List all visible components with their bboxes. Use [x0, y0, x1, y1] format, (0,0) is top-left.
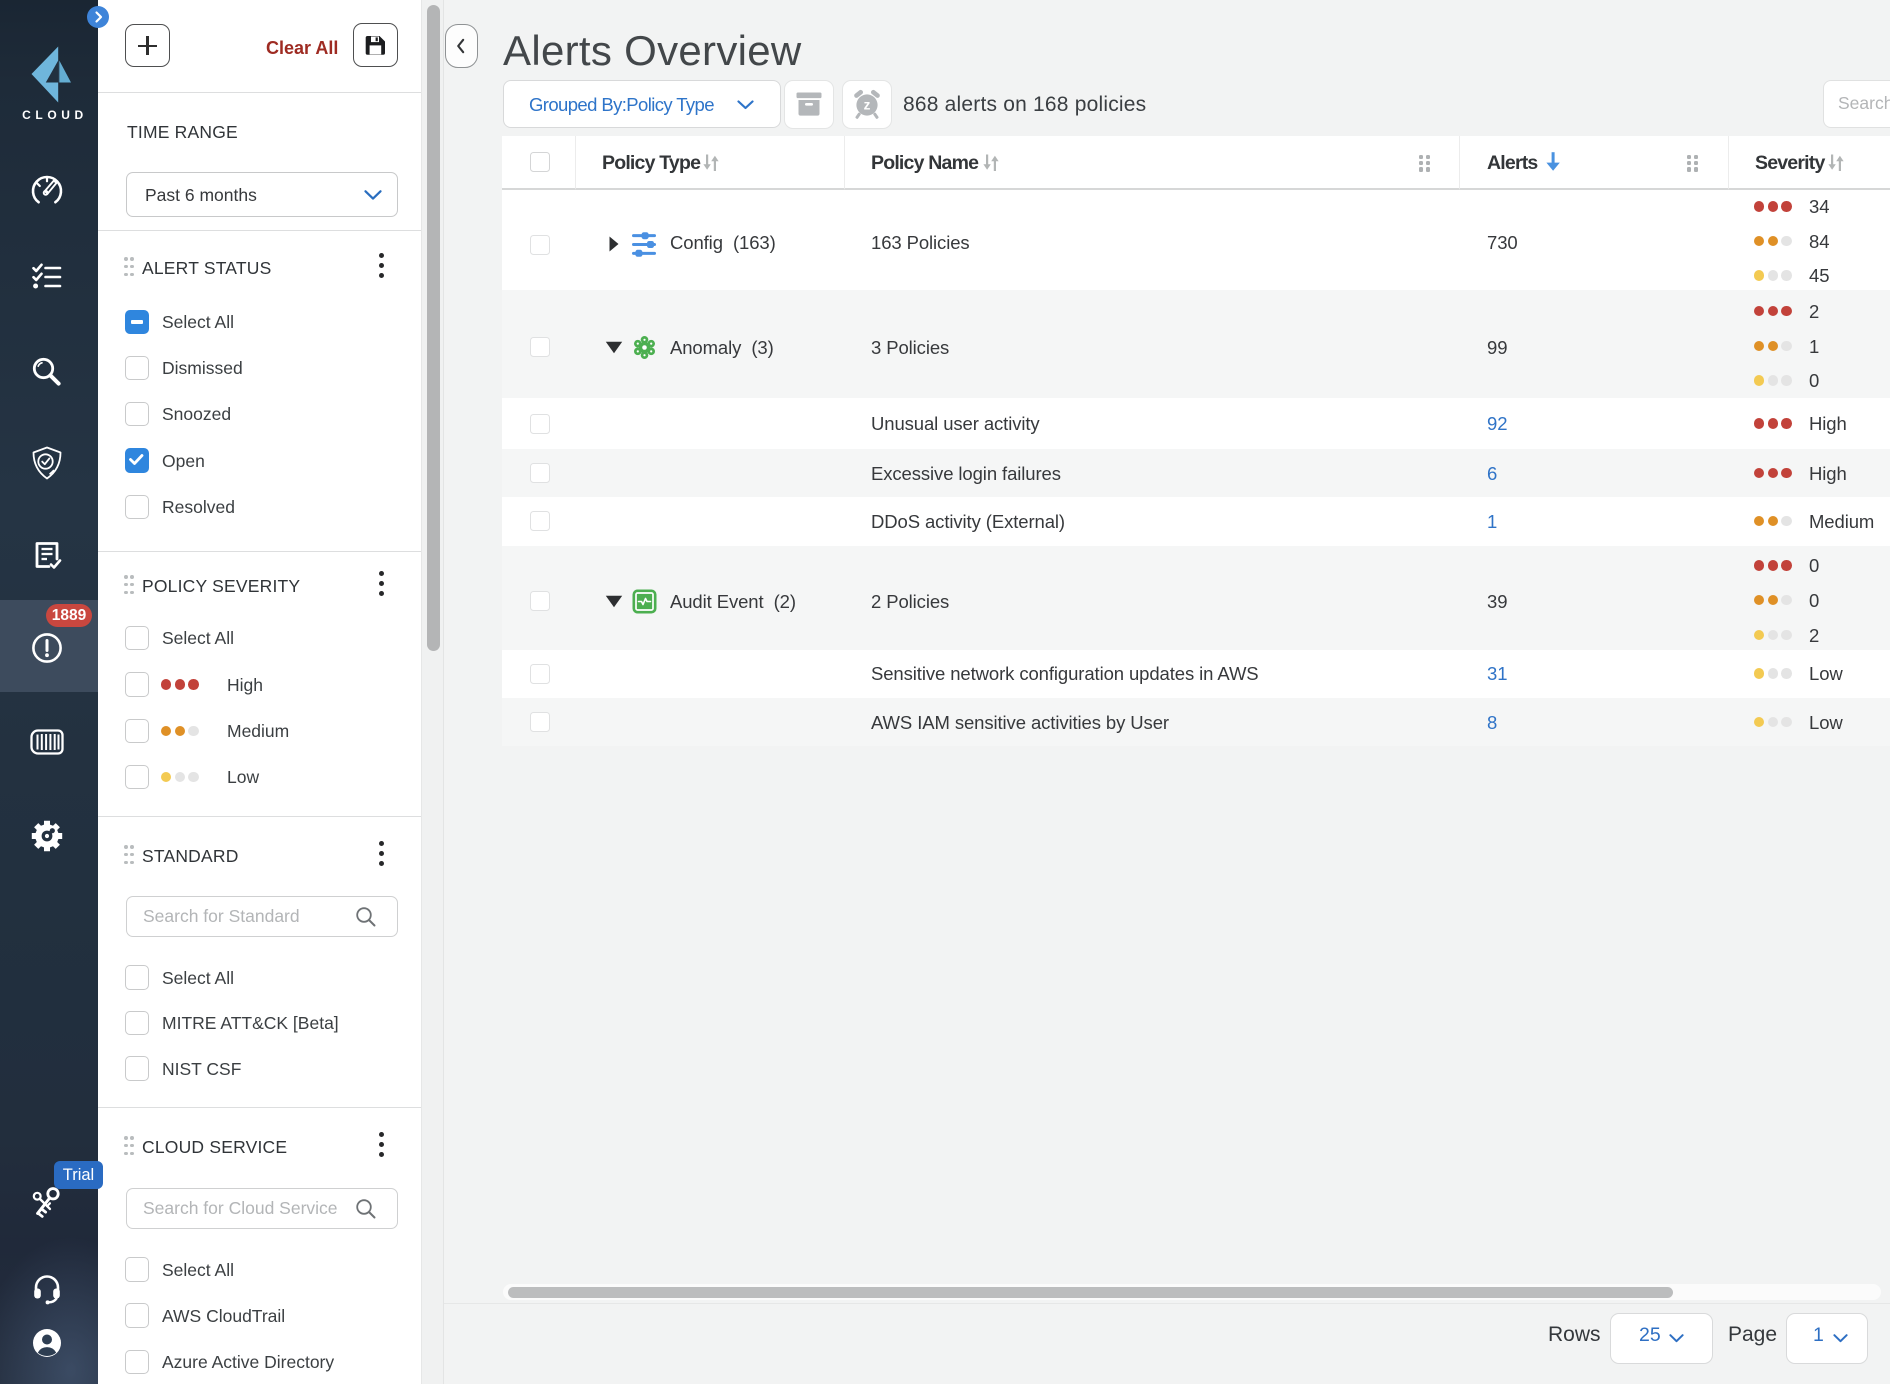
svg-text:z: z	[864, 98, 871, 113]
